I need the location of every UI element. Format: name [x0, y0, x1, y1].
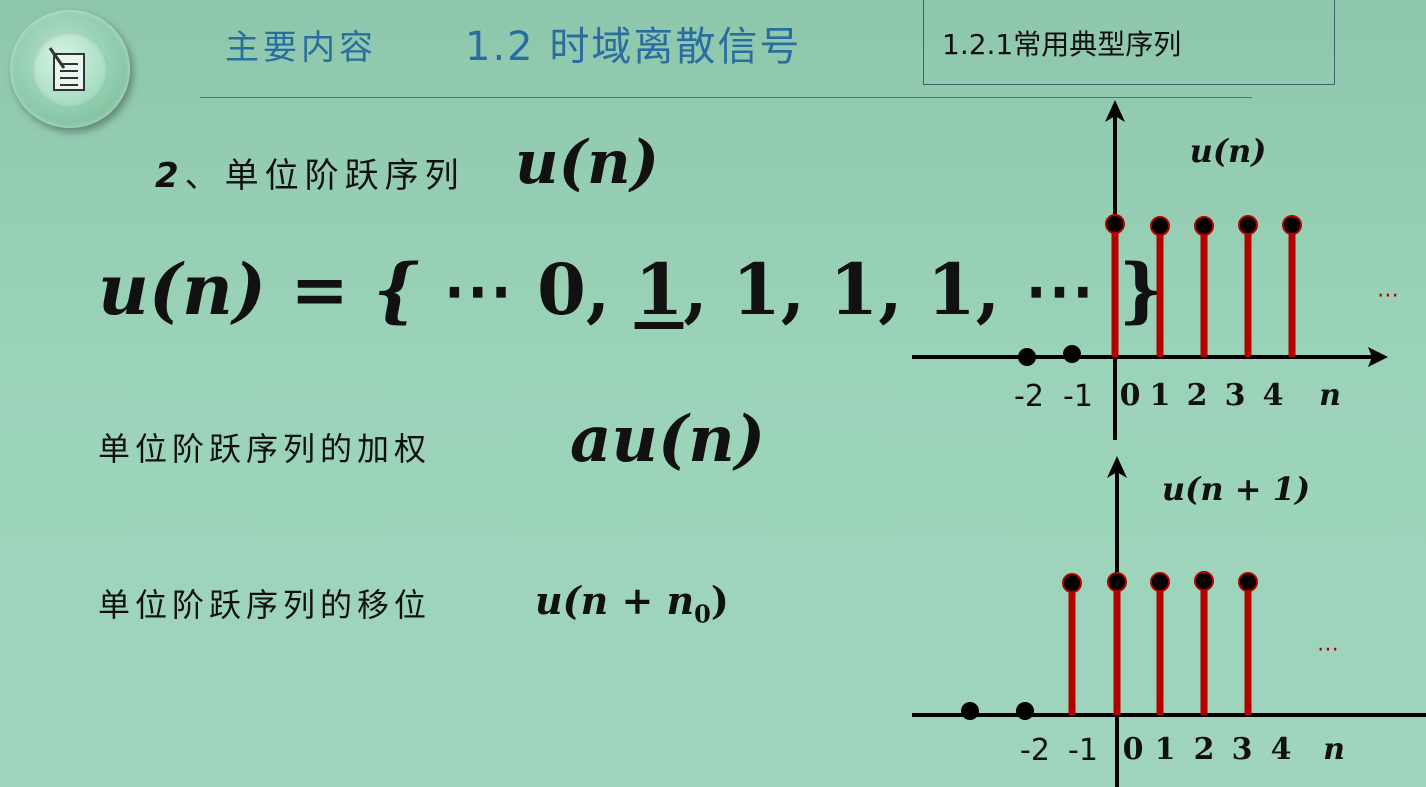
plot2-title: u(n + 1): [1162, 470, 1310, 508]
plot2-point-n-1: [1062, 573, 1082, 593]
plot1-point-n-2: [1018, 348, 1036, 366]
plot2-point-2: [1194, 571, 1214, 591]
plot2-tick: 0: [1123, 732, 1144, 767]
plot1-tick: -2: [1014, 379, 1044, 414]
plot2-tick: 1: [1155, 732, 1176, 767]
plot1-axis-label: n: [1319, 378, 1341, 413]
plot2-tick: 3: [1232, 732, 1253, 767]
plot2-point-0: [1107, 572, 1127, 592]
plot1-point-n-1: [1063, 345, 1081, 363]
plot2-point-1: [1150, 572, 1170, 592]
plot1-tick: 0: [1120, 378, 1141, 413]
plot1-point-2: [1194, 216, 1214, 236]
plot1-point-1: [1150, 216, 1170, 236]
plot1-tick: 2: [1187, 378, 1208, 413]
plot2-ellipsis: ⋯: [1317, 637, 1339, 662]
plot2-axis-label: n: [1323, 732, 1345, 767]
plot2-tick: 2: [1194, 732, 1215, 767]
plot1-point-0: [1105, 214, 1125, 234]
stem-plots: u(n) ⋯ -2 -1 0 1 2 3 4 n u(n + 1) ⋯ -2 -…: [912, 100, 1426, 787]
plot2-point-n-2: [1016, 702, 1034, 720]
plot1-stems: [1105, 214, 1302, 357]
plot1-tick: 4: [1263, 378, 1284, 413]
plot2-point-n-3: [961, 702, 979, 720]
plot1-ellipsis: ⋯: [1377, 283, 1399, 308]
plot2-tick: -1: [1068, 733, 1098, 768]
plot-u-n-plus-1: u(n + 1) ⋯ -2 -1 0 1 2 3 4 n: [912, 456, 1426, 787]
plot1-point-4: [1282, 215, 1302, 235]
plot1-tick: 1: [1150, 378, 1171, 413]
plot1-point-3: [1238, 215, 1258, 235]
plot1-tick: 3: [1225, 378, 1246, 413]
plot1-tick: -1: [1063, 379, 1093, 414]
plot2-point-3: [1238, 572, 1258, 592]
plot2-tick: 4: [1271, 732, 1292, 767]
plot2-tick: -2: [1020, 733, 1050, 768]
plot2-stems: [1062, 571, 1258, 715]
plot-u-n: u(n) ⋯ -2 -1 0 1 2 3 4 n: [912, 100, 1399, 440]
plot1-title: u(n): [1190, 132, 1267, 170]
